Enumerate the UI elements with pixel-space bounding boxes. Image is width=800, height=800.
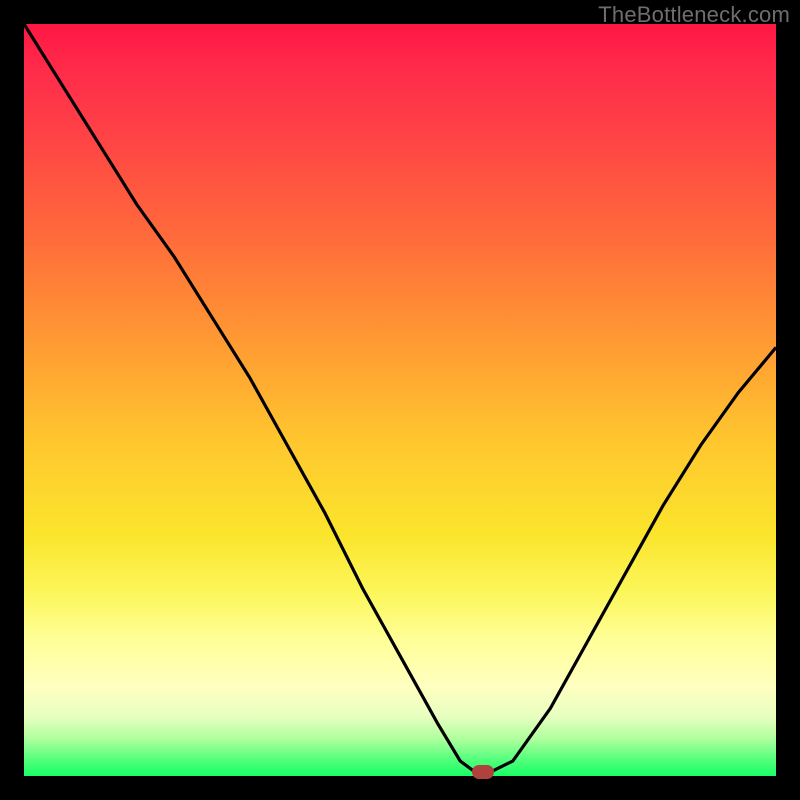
plot-area — [24, 24, 776, 776]
watermark-text: TheBottleneck.com — [598, 2, 790, 28]
optimal-marker — [472, 765, 494, 779]
bottleneck-curve — [24, 24, 776, 776]
chart-frame: TheBottleneck.com — [0, 0, 800, 800]
